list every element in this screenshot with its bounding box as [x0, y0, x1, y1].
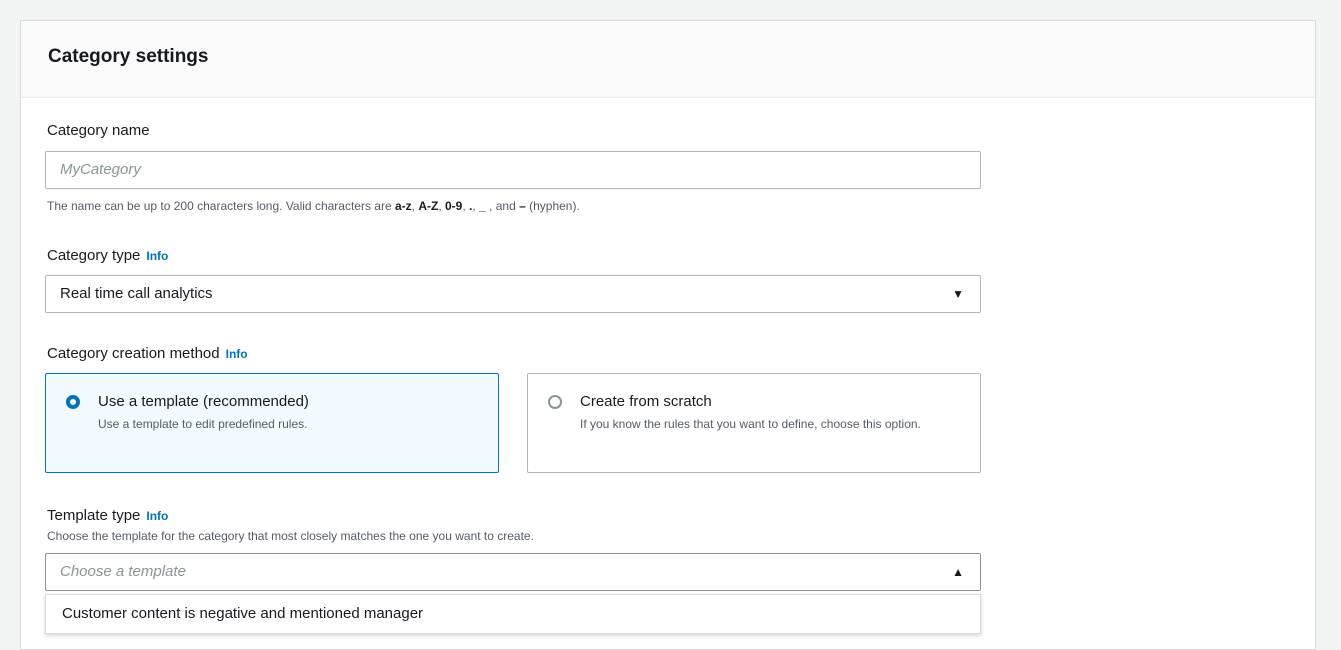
tile-create-from-scratch-description: If you know the rules that you want to d…	[580, 417, 921, 431]
radio-use-template[interactable]	[66, 395, 80, 409]
tile-use-template-title: Use a template (recommended)	[98, 393, 309, 410]
category-name-input[interactable]: MyCategory	[45, 151, 981, 189]
category-type-value: Real time call analytics	[60, 285, 213, 302]
template-type-description: Choose the template for the category tha…	[47, 529, 534, 543]
tile-use-template-description: Use a template to edit predefined rules.	[98, 417, 308, 431]
template-option-item[interactable]: Customer content is negative and mention…	[45, 594, 981, 634]
panel-header: Category settings	[21, 21, 1315, 98]
caret-down-icon: ▼	[952, 287, 964, 301]
category-type-label: Category type Info	[47, 247, 169, 264]
template-type-info-link[interactable]: Info	[146, 509, 168, 523]
template-type-label: Template type Info	[47, 507, 169, 524]
creation-method-label: Category creation method Info	[47, 345, 248, 362]
panel-title: Category settings	[48, 46, 209, 67]
tile-create-from-scratch[interactable]: Create from scratch If you know the rule…	[527, 373, 981, 473]
category-type-select[interactable]: Real time call analytics ▼	[45, 275, 981, 313]
template-type-placeholder: Choose a template	[60, 563, 186, 580]
category-name-hint: The name can be up to 200 characters lon…	[47, 199, 580, 213]
category-name-placeholder: MyCategory	[60, 161, 141, 178]
category-name-label: Category name	[47, 122, 150, 139]
tile-create-from-scratch-title: Create from scratch	[580, 393, 712, 410]
caret-up-icon: ▲	[952, 565, 964, 579]
category-type-info-link[interactable]: Info	[146, 249, 168, 263]
creation-method-info-link[interactable]: Info	[226, 347, 248, 361]
template-type-select[interactable]: Choose a template ▲	[45, 553, 981, 591]
tile-use-template[interactable]: Use a template (recommended) Use a templ…	[45, 373, 499, 473]
radio-create-from-scratch[interactable]	[548, 395, 562, 409]
